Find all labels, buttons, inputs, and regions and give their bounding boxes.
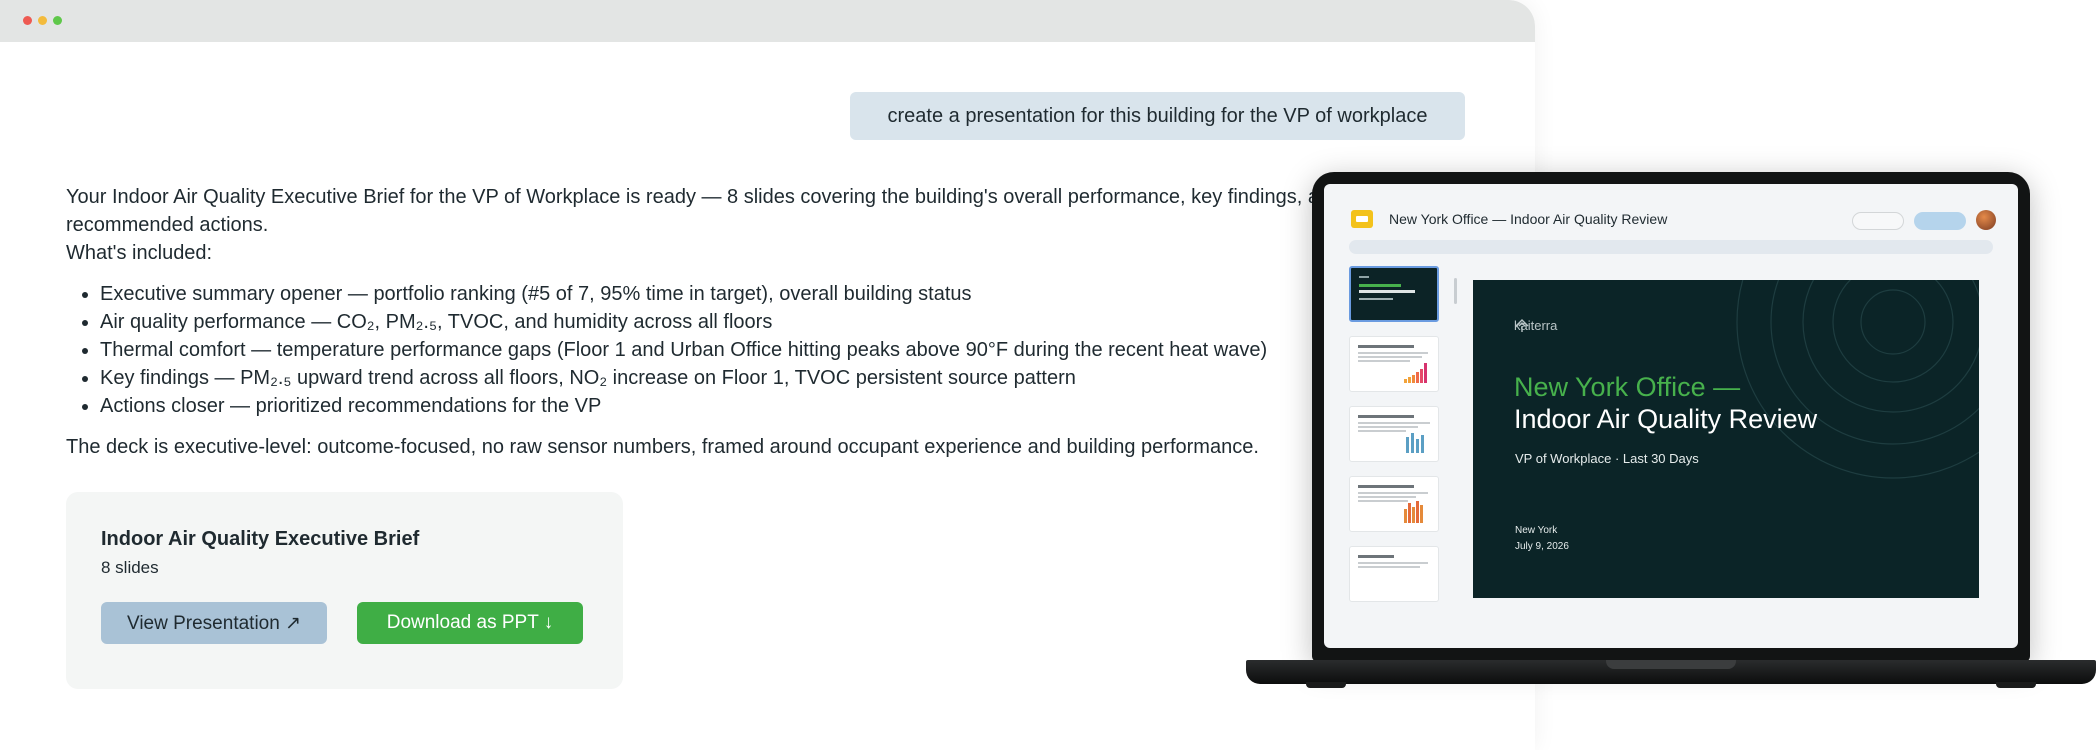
- editor-toolbar: [1349, 240, 1993, 254]
- user-message: create a presentation for this building …: [850, 92, 1465, 140]
- slide-title-line-2: Indoor Air Quality Review: [1514, 404, 1818, 434]
- view-presentation-button[interactable]: View Presentation ↗: [101, 602, 327, 644]
- included-heading: What's included:: [66, 242, 213, 264]
- close-window-button[interactable]: [23, 16, 32, 25]
- window-titlebar: [0, 0, 1535, 42]
- stage: create a presentation for this building …: [0, 0, 2100, 750]
- slide-date: July 9, 2026: [1515, 541, 1569, 552]
- laptop-preview: New York Office — Indoor Air Quality Rev…: [1246, 172, 2096, 690]
- list-item: Key findings — PM₂.₅ upward trend across…: [100, 364, 1356, 392]
- laptop-screen: New York Office — Indoor Air Quality Rev…: [1324, 184, 2018, 648]
- slide-thumbnail[interactable]: [1349, 546, 1439, 602]
- kaiterra-logo-icon: [1515, 319, 1529, 332]
- share-button[interactable]: [1852, 212, 1904, 230]
- slide-brand: kaiterra: [1514, 318, 1557, 333]
- laptop-notch: [1606, 660, 1736, 669]
- slide-preview: kaiterra New York Office — Indoor Air Qu…: [1473, 280, 1979, 598]
- card-slide-count: 8 slides: [101, 558, 159, 577]
- slide-title-line-1: New York Office —: [1514, 372, 1741, 402]
- reply-closing: The deck is executive-level: outcome-foc…: [66, 436, 1259, 458]
- laptop-foot: [1996, 682, 2036, 688]
- list-item: Thermal comfort — temperature performanc…: [100, 336, 1356, 364]
- laptop-foot: [1306, 682, 1346, 688]
- reply-line-1: Your Indoor Air Quality Executive Brief …: [66, 186, 1342, 208]
- slide-thumbnail[interactable]: [1349, 336, 1439, 392]
- minimize-window-button[interactable]: [38, 16, 47, 25]
- avatar[interactable]: [1976, 210, 1996, 230]
- slide-thumbnails: [1349, 266, 1443, 636]
- presentation-card: Indoor Air Quality Executive Brief 8 sli…: [66, 492, 623, 689]
- laptop-lid: New York Office — Indoor Air Quality Rev…: [1312, 172, 2030, 662]
- reply-line-2: recommended actions.: [66, 214, 269, 236]
- maximize-window-button[interactable]: [53, 16, 62, 25]
- thumbnail-scrollbar[interactable]: [1454, 278, 1457, 304]
- slides-icon: [1351, 210, 1373, 228]
- present-button[interactable]: [1914, 212, 1966, 230]
- slide-subtitle: VP of Workplace · Last 30 Days: [1515, 451, 1699, 466]
- slide-thumbnail[interactable]: [1349, 266, 1439, 322]
- included-list: Executive summary opener — portfolio ran…: [100, 280, 1356, 420]
- list-item: Executive summary opener — portfolio ran…: [100, 280, 1356, 308]
- assistant-reply: Your Indoor Air Quality Executive Brief …: [66, 183, 1356, 461]
- slide-thumbnail[interactable]: [1349, 406, 1439, 462]
- app-title: New York Office — Indoor Air Quality Rev…: [1389, 211, 1668, 227]
- download-ppt-button[interactable]: Download as PPT ↓: [357, 602, 583, 644]
- list-item: Actions closer — prioritized recommendat…: [100, 392, 1356, 420]
- slide-thumbnail[interactable]: [1349, 476, 1439, 532]
- list-item: Air quality performance — CO₂, PM₂.₅, TV…: [100, 308, 1356, 336]
- slide-location: New York: [1515, 525, 1558, 536]
- card-title: Indoor Air Quality Executive Brief: [101, 528, 420, 550]
